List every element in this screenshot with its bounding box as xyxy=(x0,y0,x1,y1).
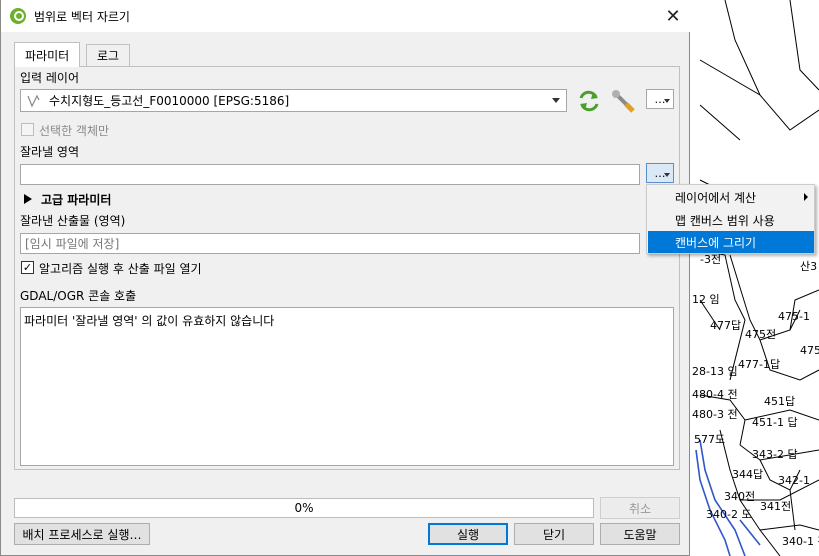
line-layer-icon xyxy=(27,94,40,107)
map-label-20: 340-2 도 xyxy=(706,508,752,521)
map-label-6: 475전 xyxy=(745,328,776,341)
run-button[interactable]: 실행 xyxy=(428,523,508,545)
map-label-4: 477답 xyxy=(710,319,741,332)
menu-item-label: 레이어에서 계산 xyxy=(675,190,757,205)
chevron-down-icon xyxy=(664,99,670,103)
map-label-8: 475-1 xyxy=(800,344,819,357)
map-label-17: 342-1 xyxy=(778,474,810,487)
menu-item-draw-on-canvas[interactable]: 캔버스에 그리기 xyxy=(648,231,814,253)
menu-item-label: 맵 캔버스 범위 사용 xyxy=(675,213,775,228)
wrench-icon[interactable] xyxy=(611,89,637,113)
progress-label: 0% xyxy=(294,501,314,515)
map-label-10: 480-4 전 xyxy=(692,388,738,401)
selected-only-label: 선택한 객체만 xyxy=(39,124,110,138)
map-label-12: 480-3 전 xyxy=(692,408,738,421)
extent-input[interactable] xyxy=(20,164,640,185)
menu-item-calculate-from-layer[interactable]: 레이어에서 계산 xyxy=(648,186,814,208)
menu-item-label: 캔버스에 그리기 xyxy=(675,235,757,250)
clip-vector-by-extent-dialog: 범위로 벡터 자르기 ✕ 파라미터 로그 입력 레이어 수치지형도_등고선_F0… xyxy=(0,0,690,556)
help-button[interactable]: 도움말 xyxy=(600,523,680,545)
batch-process-button-label: 배치 프로세스로 실행… xyxy=(22,527,142,542)
close-icon[interactable]: ✕ xyxy=(662,5,684,27)
iterate-icon[interactable] xyxy=(576,89,602,113)
close-button[interactable]: 닫기 xyxy=(514,523,594,545)
progress-bar: 0% xyxy=(14,498,594,518)
gdal-console-textarea[interactable]: 파라미터 '잘라낼 영역' 의 값이 유효하지 않습니다 xyxy=(20,307,674,466)
output-label: 잘라낸 산출물 (영역) xyxy=(20,214,126,228)
title-bar[interactable]: 범위로 벡터 자르기 ✕ xyxy=(1,0,690,32)
map-label-11: 451답 xyxy=(764,395,795,408)
selected-only-checkbox[interactable] xyxy=(21,123,34,136)
tab-log-label: 로그 xyxy=(97,49,120,63)
output-file-input[interactable] xyxy=(20,233,640,254)
map-label-9: 28-13 임 xyxy=(692,365,738,378)
map-label-18: 340전 xyxy=(724,490,755,503)
qgis-logo-icon xyxy=(10,8,26,24)
map-label-15: 343-2 답 xyxy=(752,448,798,461)
batch-process-button[interactable]: 배치 프로세스로 실행… xyxy=(14,523,150,545)
chevron-right-icon xyxy=(804,193,808,201)
map-label-2: -3전 xyxy=(700,253,721,266)
extent-options-button[interactable]: … xyxy=(646,163,674,183)
map-label-1: 산3 xyxy=(800,260,817,273)
map-label-16: 344답 xyxy=(732,468,763,481)
open-output-checkbox[interactable]: ✓ xyxy=(21,261,34,274)
extent-context-menu: 레이어에서 계산 맵 캔버스 범위 사용 캔버스에 그리기 xyxy=(646,184,815,254)
cancel-button-label: 취소 xyxy=(628,501,652,516)
map-label-3: 12 임 xyxy=(692,293,720,306)
help-button-label: 도움말 xyxy=(623,527,657,542)
chevron-down-icon xyxy=(552,98,560,103)
gdal-console-label: GDAL/OGR 콘솔 호출 xyxy=(20,289,137,303)
input-layer-value: 수치지형도_등고선_F0010000 [EPSG:5186] xyxy=(49,94,290,108)
extent-label: 잘라낼 영역 xyxy=(20,145,80,159)
input-layer-combobox[interactable]: 수치지형도_등고선_F0010000 [EPSG:5186] xyxy=(20,89,567,112)
tab-log[interactable]: 로그 xyxy=(86,44,131,66)
open-output-label: 알고리즘 실행 후 산출 파일 열기 xyxy=(39,262,202,276)
tab-parameters-label: 파라미터 xyxy=(25,48,70,63)
input-layer-options-button[interactable]: … xyxy=(646,89,674,109)
map-label-7: 477-1답 xyxy=(738,358,780,371)
map-label-14: 577도 xyxy=(694,433,725,446)
advanced-parameters-toggle[interactable]: 고급 파라미터 xyxy=(41,191,111,208)
map-label-21: 340-1 전 xyxy=(782,535,819,548)
map-label-5: 475-1 xyxy=(778,310,810,323)
menu-item-use-canvas-extent[interactable]: 맵 캔버스 범위 사용 xyxy=(648,209,814,231)
input-layer-label: 입력 레이어 xyxy=(20,71,80,85)
map-label-19: 341전 xyxy=(760,500,791,513)
tab-parameters[interactable]: 파라미터 xyxy=(14,42,81,67)
gdal-console-message: 파라미터 '잘라낼 영역' 의 값이 유효하지 않습니다 xyxy=(24,314,275,328)
chevron-down-icon xyxy=(664,173,670,177)
map-label-13: 451-1 답 xyxy=(752,416,798,429)
cancel-button[interactable]: 취소 xyxy=(600,497,680,519)
expand-triangle-icon[interactable] xyxy=(23,193,33,205)
close-button-label: 닫기 xyxy=(542,527,566,542)
window-title: 범위로 벡터 자르기 xyxy=(34,9,130,24)
run-button-label: 실행 xyxy=(456,527,480,542)
